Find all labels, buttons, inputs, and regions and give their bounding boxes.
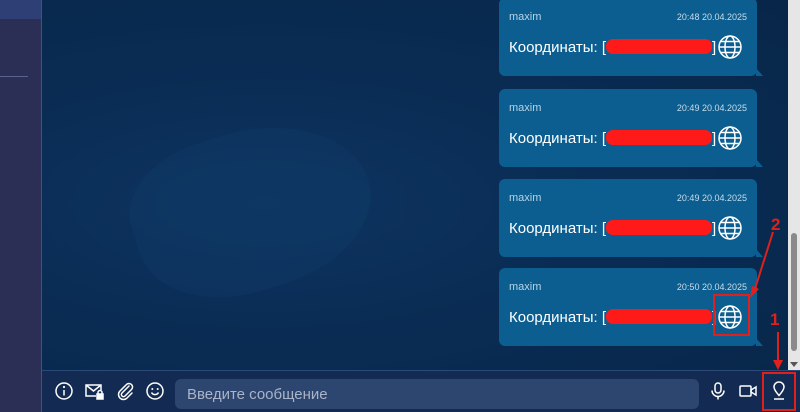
smiley-icon[interactable] xyxy=(144,380,166,402)
annotation-box-globe xyxy=(713,294,750,336)
paperclip-icon[interactable] xyxy=(114,380,136,402)
annotation-number-1: 1 xyxy=(770,310,780,329)
message-text-prefix: Координаты: [ xyxy=(509,309,607,326)
annotation-arrow-2 xyxy=(750,231,774,298)
message-text: Координаты: [] xyxy=(509,309,716,326)
message-input[interactable] xyxy=(175,379,699,409)
message-author: maxim xyxy=(509,102,542,114)
message-text-prefix: Координаты: [ xyxy=(509,220,607,237)
message-text-suffix: ] xyxy=(712,39,717,56)
message-text-prefix: Координаты: [ xyxy=(509,39,607,56)
annotation-number-2: 2 xyxy=(771,215,781,234)
message-composer xyxy=(42,370,800,412)
globe-icon[interactable] xyxy=(717,215,743,241)
info-icon[interactable] xyxy=(53,380,75,402)
background-decoration xyxy=(113,96,391,324)
location-pin-icon[interactable] xyxy=(768,380,790,402)
scrollbar-thumb[interactable] xyxy=(791,233,797,351)
message-text-suffix: ] xyxy=(712,130,717,147)
redaction-mark xyxy=(606,309,713,324)
sidebar xyxy=(0,0,42,412)
message-bubble: maxim 20:48 20.04.2025 Координаты: [] xyxy=(499,0,763,76)
redaction-mark xyxy=(606,130,713,145)
globe-icon[interactable] xyxy=(717,34,743,60)
message-bubble: maxim 20:49 20.04.2025 Координаты: [] xyxy=(499,179,763,257)
message-text: Координаты: [] xyxy=(509,39,716,56)
message-time: 20:49 20.04.2025 xyxy=(676,193,747,203)
globe-icon[interactable] xyxy=(717,125,743,151)
video-camera-icon[interactable] xyxy=(737,380,759,402)
annotation-arrow-1 xyxy=(773,332,783,370)
message-author: maxim xyxy=(509,281,542,293)
mail-lock-icon[interactable] xyxy=(83,380,105,402)
sidebar-divider xyxy=(0,76,28,77)
message-text-suffix: ] xyxy=(712,220,717,237)
message-text: Координаты: [] xyxy=(509,220,716,237)
message-bubble: maxim 20:49 20.04.2025 Координаты: [] xyxy=(499,89,763,167)
message-text: Координаты: [] xyxy=(509,130,716,147)
redaction-mark xyxy=(606,39,713,54)
message-author: maxim xyxy=(509,192,542,204)
message-text-prefix: Координаты: [ xyxy=(509,130,607,147)
message-list: maxim 20:48 20.04.2025 Координаты: [] ma… xyxy=(42,0,788,370)
vertical-scrollbar[interactable] xyxy=(788,0,800,370)
message-time: 20:50 20.04.2025 xyxy=(676,282,747,292)
scroll-down-arrow-icon[interactable] xyxy=(790,362,798,367)
microphone-icon[interactable] xyxy=(707,380,729,402)
message-author: maxim xyxy=(509,11,542,23)
redaction-mark xyxy=(606,220,713,235)
chat-app: maxim 20:48 20.04.2025 Координаты: [] ma… xyxy=(0,0,800,412)
message-time: 20:48 20.04.2025 xyxy=(676,12,747,22)
message-time: 20:49 20.04.2025 xyxy=(676,103,747,113)
sidebar-active-item[interactable] xyxy=(0,0,41,19)
